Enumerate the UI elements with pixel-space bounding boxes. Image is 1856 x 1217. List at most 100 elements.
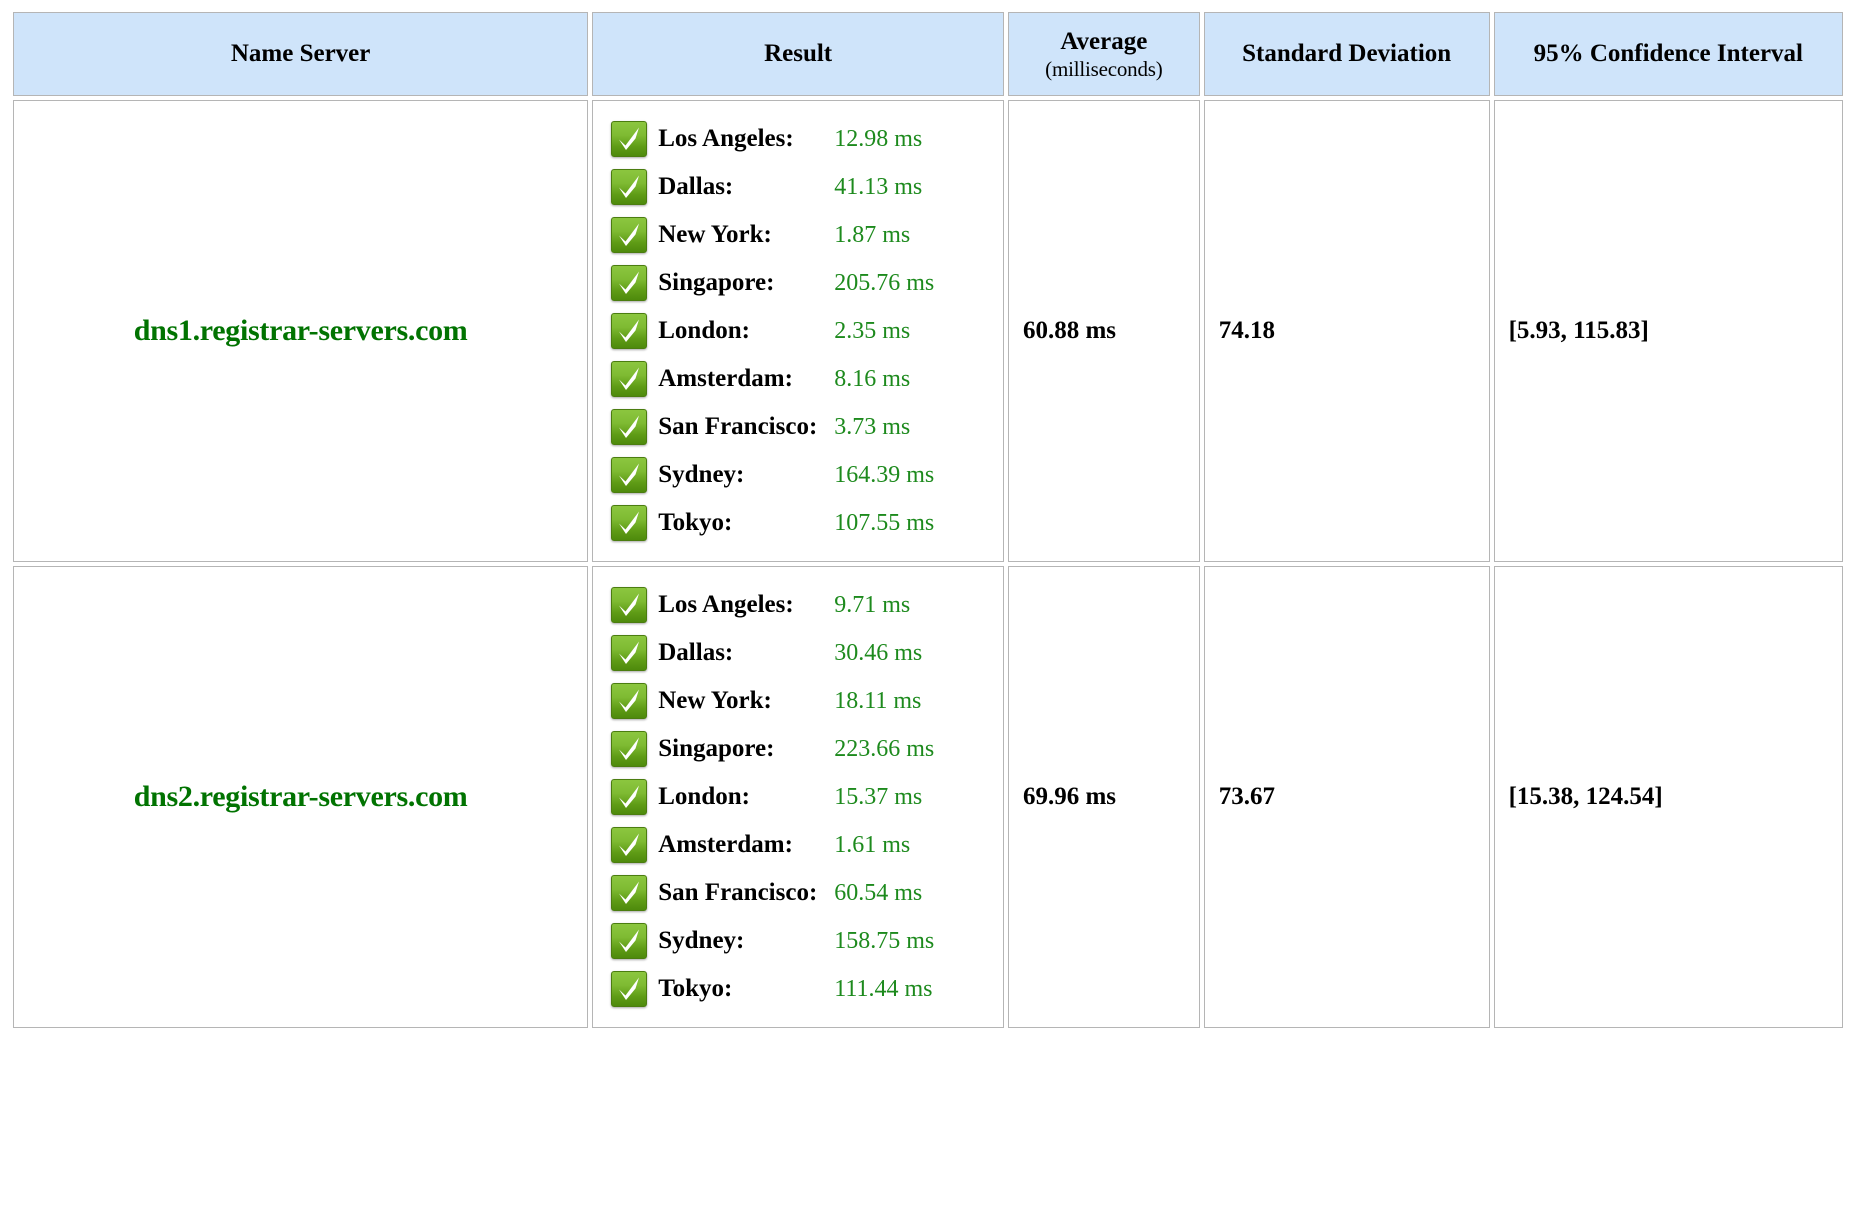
ping-result-item: Amsterdam:1.61 ms (611, 821, 1003, 869)
ping-latency-value: 1.61 ms (834, 832, 910, 859)
column-header-standard-deviation: Standard Deviation (1204, 12, 1490, 96)
ping-latency-value: 30.46 ms (834, 640, 922, 667)
column-header-label: Standard Deviation (1242, 40, 1451, 67)
ping-result-item: Singapore:223.66 ms (611, 725, 1003, 773)
green-check-icon (611, 217, 647, 253)
ping-result-item: New York:18.11 ms (611, 677, 1003, 725)
ping-latency-value: 158.75 ms (834, 928, 934, 955)
ping-city-label: New York: (658, 221, 834, 249)
ping-city-label: San Francisco: (658, 879, 834, 907)
standard-deviation-cell: 73.67 (1204, 566, 1490, 1028)
ping-latency-value: 1.87 ms (834, 222, 910, 249)
result-cell: Los Angeles:12.98 msDallas:41.13 msNew Y… (592, 100, 1004, 562)
ping-result-item: Los Angeles:12.98 ms (611, 115, 1003, 163)
green-check-icon (611, 265, 647, 301)
ping-city-label: Amsterdam: (658, 365, 834, 393)
ping-city-label: Los Angeles: (658, 125, 834, 153)
ping-result-item: Dallas:30.46 ms (611, 629, 1003, 677)
ping-city-label: Amsterdam: (658, 831, 834, 859)
ping-latency-value: 111.44 ms (834, 976, 932, 1003)
column-header-label: Result (764, 40, 832, 67)
ping-latency-value: 8.16 ms (834, 366, 910, 393)
ping-result-item: Los Angeles:9.71 ms (611, 581, 1003, 629)
ping-latency-value: 41.13 ms (834, 174, 922, 201)
ping-result-item: Sydney:164.39 ms (611, 451, 1003, 499)
green-check-icon (611, 875, 647, 911)
name-server-cell: dns2.registrar-servers.com (13, 566, 588, 1028)
green-check-icon (611, 587, 647, 623)
ping-latency-value: 60.54 ms (834, 880, 922, 907)
ping-latency-value: 9.71 ms (834, 592, 910, 619)
green-check-icon (611, 169, 647, 205)
ping-latency-value: 223.66 ms (834, 736, 934, 763)
ping-city-label: Singapore: (658, 269, 834, 297)
confidence-interval-value: [5.93, 115.83] (1509, 317, 1649, 344)
table-row: dns1.registrar-servers.com Los Angeles:12… (13, 100, 1843, 562)
standard-deviation-value: 73.67 (1219, 783, 1275, 810)
confidence-interval-value: [15.38, 124.54] (1509, 783, 1663, 810)
green-check-icon (611, 731, 647, 767)
column-header-label: Name Server (231, 40, 371, 67)
ping-city-label: New York: (658, 687, 834, 715)
average-value: 60.88 ms (1023, 317, 1116, 344)
ping-latency-value: 205.76 ms (834, 270, 934, 297)
header-row: Name Server Result Average (milliseconds… (13, 12, 1843, 96)
green-check-icon (611, 313, 647, 349)
green-check-icon (611, 361, 647, 397)
ping-city-label: Sydney: (658, 461, 834, 489)
ping-city-label: London: (658, 783, 834, 811)
ping-city-label: Singapore: (658, 735, 834, 763)
column-header-confidence-interval: 95% Confidence Interval (1494, 12, 1843, 96)
green-check-icon (611, 505, 647, 541)
ping-result-list: Los Angeles:12.98 msDallas:41.13 msNew Y… (611, 115, 1003, 547)
ping-latency-value: 15.37 ms (834, 784, 922, 811)
ping-city-label: Sydney: (658, 927, 834, 955)
green-check-icon (611, 457, 647, 493)
ping-result-item: San Francisco:3.73 ms (611, 403, 1003, 451)
ping-result-list: Los Angeles:9.71 msDallas:30.46 msNew Yo… (611, 581, 1003, 1013)
ping-city-label: Tokyo: (658, 509, 834, 537)
ping-latency-value: 3.73 ms (834, 414, 910, 441)
ping-result-item: London:2.35 ms (611, 307, 1003, 355)
average-cell: 69.96 ms (1008, 566, 1200, 1028)
green-check-icon (611, 635, 647, 671)
average-cell: 60.88 ms (1008, 100, 1200, 562)
average-value: 69.96 ms (1023, 783, 1116, 810)
ping-result-item: Amsterdam:8.16 ms (611, 355, 1003, 403)
green-check-icon (611, 683, 647, 719)
green-check-icon (611, 923, 647, 959)
dns-speed-results-table: Name Server Result Average (milliseconds… (9, 8, 1847, 1032)
green-check-icon (611, 121, 647, 157)
green-check-icon (611, 827, 647, 863)
ping-city-label: San Francisco: (658, 413, 834, 441)
ping-result-item: Dallas:41.13 ms (611, 163, 1003, 211)
result-cell: Los Angeles:9.71 msDallas:30.46 msNew Yo… (592, 566, 1004, 1028)
confidence-interval-cell: [5.93, 115.83] (1494, 100, 1843, 562)
ping-latency-value: 164.39 ms (834, 462, 934, 489)
confidence-interval-cell: [15.38, 124.54] (1494, 566, 1843, 1028)
green-check-icon (611, 779, 647, 815)
dns-results-panel: Name Server Result Average (milliseconds… (0, 0, 1856, 1032)
ping-result-item: Tokyo:111.44 ms (611, 965, 1003, 1013)
table-body: dns1.registrar-servers.comLos Angeles:12… (13, 100, 1843, 1028)
ping-city-label: Dallas: (658, 173, 834, 201)
ping-result-item: Singapore:205.76 ms (611, 259, 1003, 307)
ping-city-label: Los Angeles: (658, 591, 834, 619)
ping-result-item: New York:1.87 ms (611, 211, 1003, 259)
ping-latency-value: 2.35 ms (834, 318, 910, 345)
name-server-label: dns2.registrar-servers.com (134, 780, 468, 813)
name-server-label: dns1.registrar-servers.com (134, 314, 468, 347)
ping-latency-value: 12.98 ms (834, 126, 922, 153)
column-header-label: Average (1060, 28, 1147, 55)
table-header: Name Server Result Average (milliseconds… (13, 12, 1843, 96)
ping-result-item: London:15.37 ms (611, 773, 1003, 821)
column-header-label: 95% Confidence Interval (1534, 40, 1803, 67)
ping-result-item: San Francisco:60.54 ms (611, 869, 1003, 917)
standard-deviation-value: 74.18 (1219, 317, 1275, 344)
ping-latency-value: 18.11 ms (834, 688, 921, 715)
ping-city-label: Tokyo: (658, 975, 834, 1003)
ping-latency-value: 107.55 ms (834, 510, 934, 537)
column-header-name-server: Name Server (13, 12, 588, 96)
column-header-result: Result (592, 12, 1004, 96)
green-check-icon (611, 409, 647, 445)
